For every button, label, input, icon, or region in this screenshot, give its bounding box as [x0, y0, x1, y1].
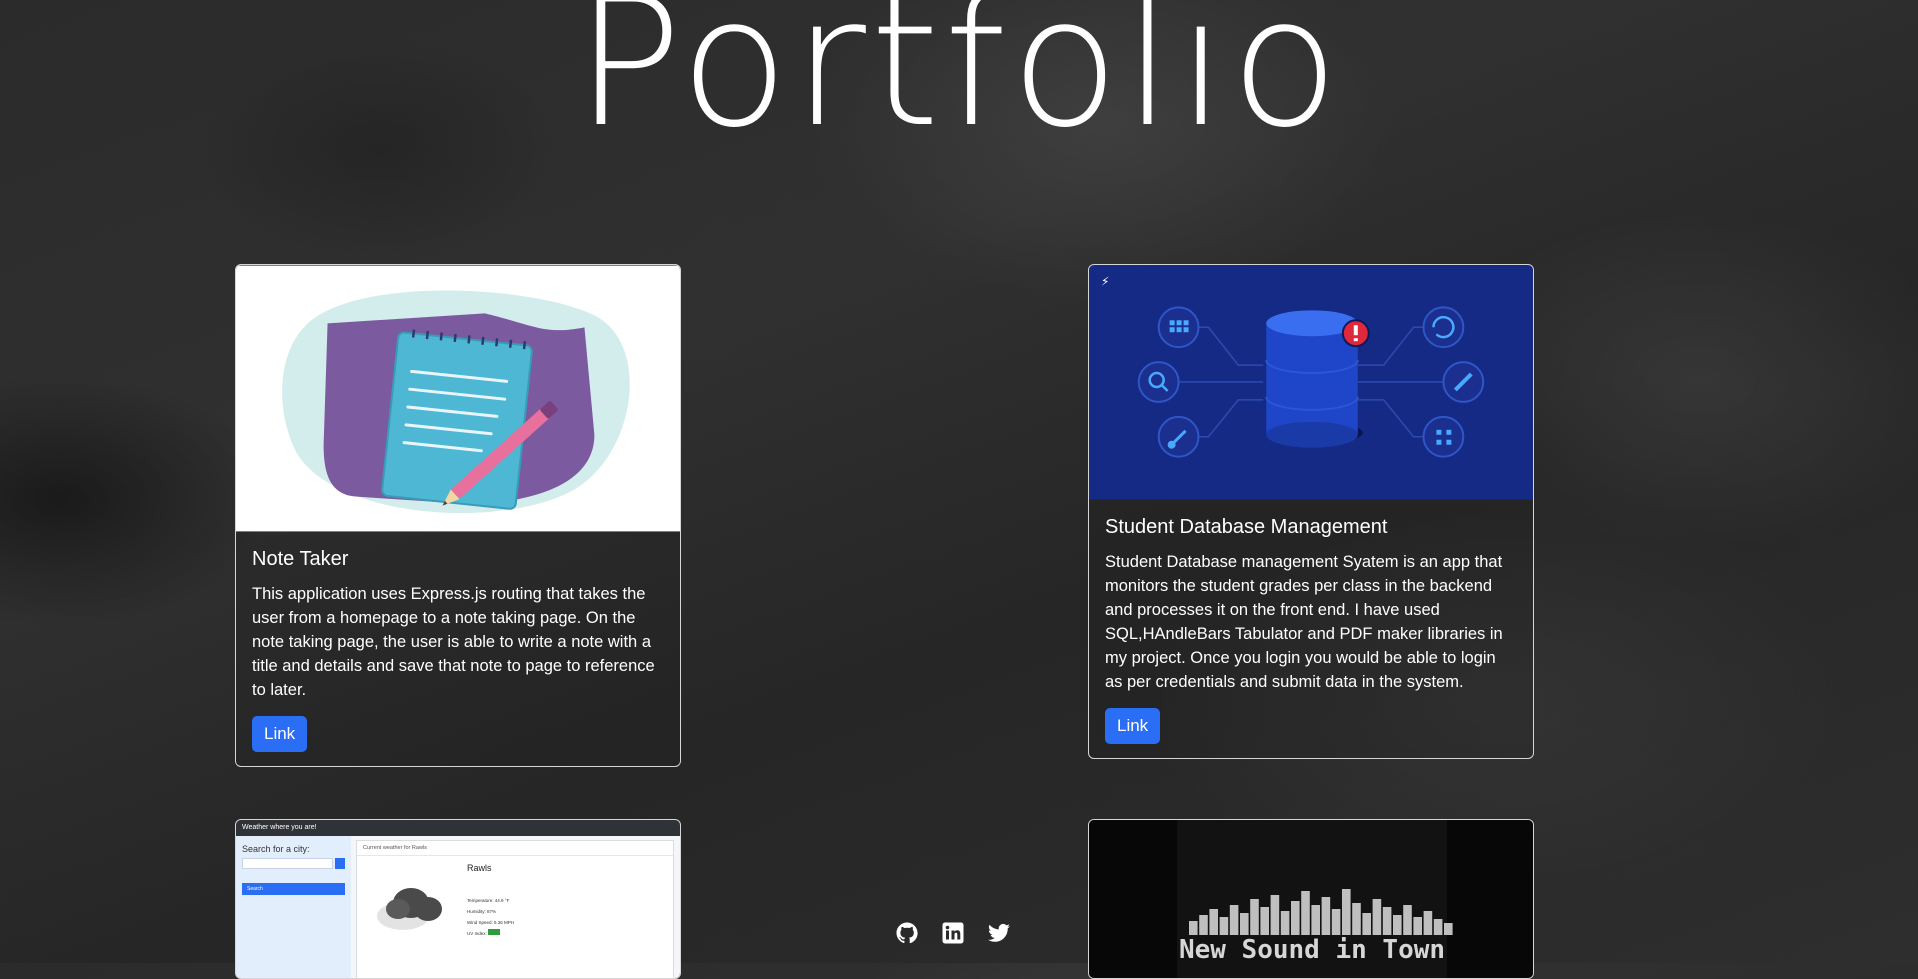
skyline-bar — [1260, 907, 1269, 935]
weather-uv: UV Index: — [467, 931, 487, 936]
skyline-bar — [1423, 911, 1433, 935]
project-title: Note Taker — [252, 548, 349, 570]
window-title: Weather where you are! — [242, 824, 317, 831]
project-description: This application uses Express.js routing… — [252, 585, 655, 699]
weather-humidity: Humidity: 87% — [467, 909, 497, 914]
linkedin-icon[interactable] — [941, 921, 965, 945]
uv-badge — [488, 929, 501, 935]
skyline-bar — [1219, 917, 1229, 935]
city-search-input[interactable] — [242, 858, 334, 869]
skyline-bar — [1362, 913, 1371, 935]
twitter-icon[interactable] — [987, 921, 1011, 945]
skyline-bar — [1209, 909, 1218, 935]
project-card-note-taker: Note Taker This application uses Express… — [235, 264, 681, 767]
project-description: Student Database management Syatem is an… — [1105, 553, 1503, 691]
project-title: Student Database Management — [1105, 516, 1388, 538]
search-label: Search for a city: — [242, 844, 310, 854]
weather-panel-title: Current weather for Rawls — [357, 841, 673, 856]
skyline-bar — [1413, 917, 1422, 935]
skyline-bar — [1240, 913, 1249, 935]
social-links — [895, 921, 1011, 945]
skyline-bar — [1199, 915, 1208, 935]
skyline-bar — [1342, 889, 1351, 935]
new-sound-banner-image: New Sound in Town — [1089, 820, 1533, 978]
project-link-button[interactable]: Link — [252, 716, 308, 752]
search-icon[interactable] — [335, 858, 345, 869]
skyline-bar — [1331, 909, 1341, 935]
skyline-bar — [1270, 895, 1280, 935]
project-card-new-sound: New Sound in Town — [1088, 819, 1534, 979]
skyline-bar — [1372, 899, 1382, 935]
weather-city: Rawls — [467, 863, 492, 873]
skyline-bar — [1291, 901, 1300, 935]
skyline-bar — [1280, 911, 1290, 935]
skyline-bar — [1301, 891, 1310, 935]
weather-wind: Wind Speed: 5.36 MPH — [467, 920, 515, 925]
note-taker-image — [236, 265, 680, 532]
banner-text: New Sound in Town — [1179, 935, 1445, 965]
skyline-bar — [1352, 903, 1361, 935]
search-button[interactable]: Search — [242, 883, 345, 895]
svg-text:⚡: ⚡ — [1101, 274, 1109, 288]
skyline-bar — [1382, 907, 1392, 935]
cloud-icon — [377, 888, 442, 930]
project-card-weather: Weather where you are! Search for a city… — [235, 819, 681, 979]
skyline-bar — [1311, 905, 1320, 935]
skyline-bar — [1250, 899, 1259, 935]
skyline-bar — [1393, 915, 1402, 935]
skyline-bar — [1321, 897, 1331, 935]
project-card-student-database: ⚡ Student Database Management Student Da… — [1088, 264, 1534, 759]
skyline-bar — [1433, 919, 1443, 935]
skyline-bar — [1229, 905, 1239, 935]
project-link-button[interactable]: Link — [1105, 708, 1161, 744]
weather-temperature: Temperature: 44.9 °F — [467, 898, 510, 903]
page-title: Portfolio — [574, 0, 1344, 166]
weather-dashboard-preview: Weather where you are! Search for a city… — [236, 820, 680, 978]
skyline-bar — [1444, 923, 1453, 935]
student-database-image: ⚡ — [1089, 265, 1533, 500]
skyline-bar — [1189, 921, 1198, 935]
github-icon[interactable] — [895, 921, 919, 945]
skyline-bar — [1403, 905, 1412, 935]
